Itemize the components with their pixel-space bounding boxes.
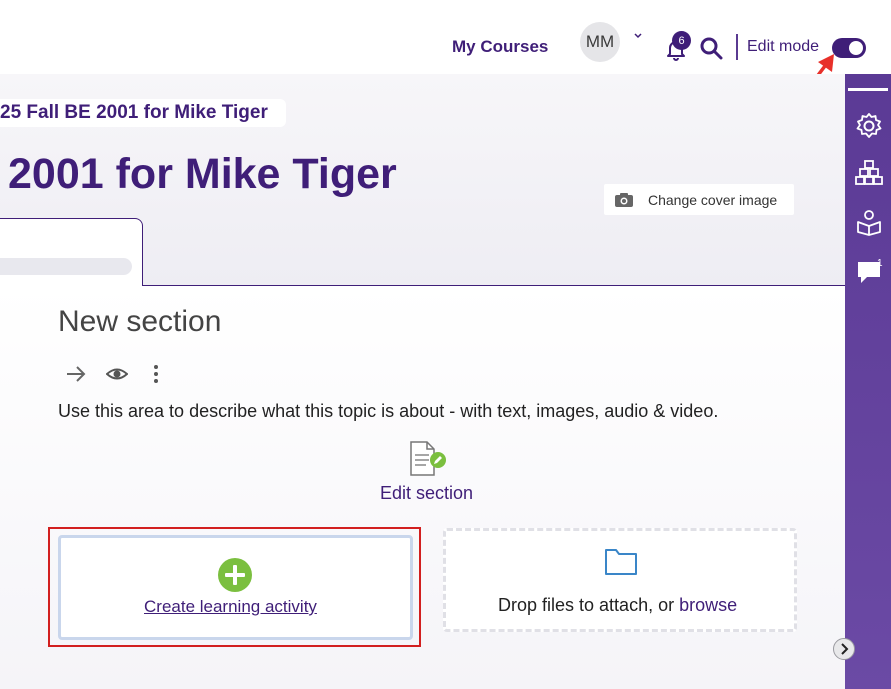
search-icon[interactable] [699,36,723,60]
scroll-right-button[interactable] [833,638,855,660]
course-tab[interactable] [0,218,143,286]
messages-badge: 1 [877,258,883,269]
eye-icon[interactable] [106,363,128,385]
section-description: Use this area to describe what this topi… [58,401,719,421]
drawer-active-indicator [848,88,888,91]
reader-icon[interactable] [855,208,883,236]
change-cover-button[interactable]: Change cover image [604,184,794,215]
user-avatar[interactable]: MM [580,22,620,62]
folder-icon [605,549,637,575]
browse-link[interactable]: browse [679,595,737,615]
top-navbar: My Courses MM 6 Edit mode [0,0,891,109]
navbar-divider [736,34,738,60]
blocks-icon[interactable] [855,159,883,187]
tab-placeholder [0,258,132,275]
change-cover-label: Change cover image [648,191,778,208]
notification-badge: 6 [672,31,691,50]
section-title: New section [58,305,222,338]
breadcrumb[interactable]: 25 Fall BE 2001 for Mike Tiger [0,99,286,127]
more-vertical-icon[interactable] [145,363,167,385]
page-title: 2001 for Mike Tiger [8,150,397,198]
gear-icon[interactable] [855,112,883,140]
file-drop-zone[interactable] [443,528,797,632]
drop-files-text: Drop files to attach, or browse [498,595,738,615]
chevron-down-icon[interactable] [633,31,643,41]
edit-section-link[interactable]: Edit section [380,483,473,504]
plus-circle-icon[interactable] [217,557,253,593]
header-divider [143,285,845,286]
chevron-right-icon [841,643,849,655]
toggle-knob [849,41,863,55]
edit-document-icon[interactable] [408,441,448,477]
my-courses-link[interactable]: My Courses [452,37,548,57]
arrow-right-icon[interactable] [65,363,87,385]
avatar-initials: MM [585,32,615,51]
camera-icon [615,192,633,207]
create-activity-link[interactable]: Create learning activity [144,597,317,617]
